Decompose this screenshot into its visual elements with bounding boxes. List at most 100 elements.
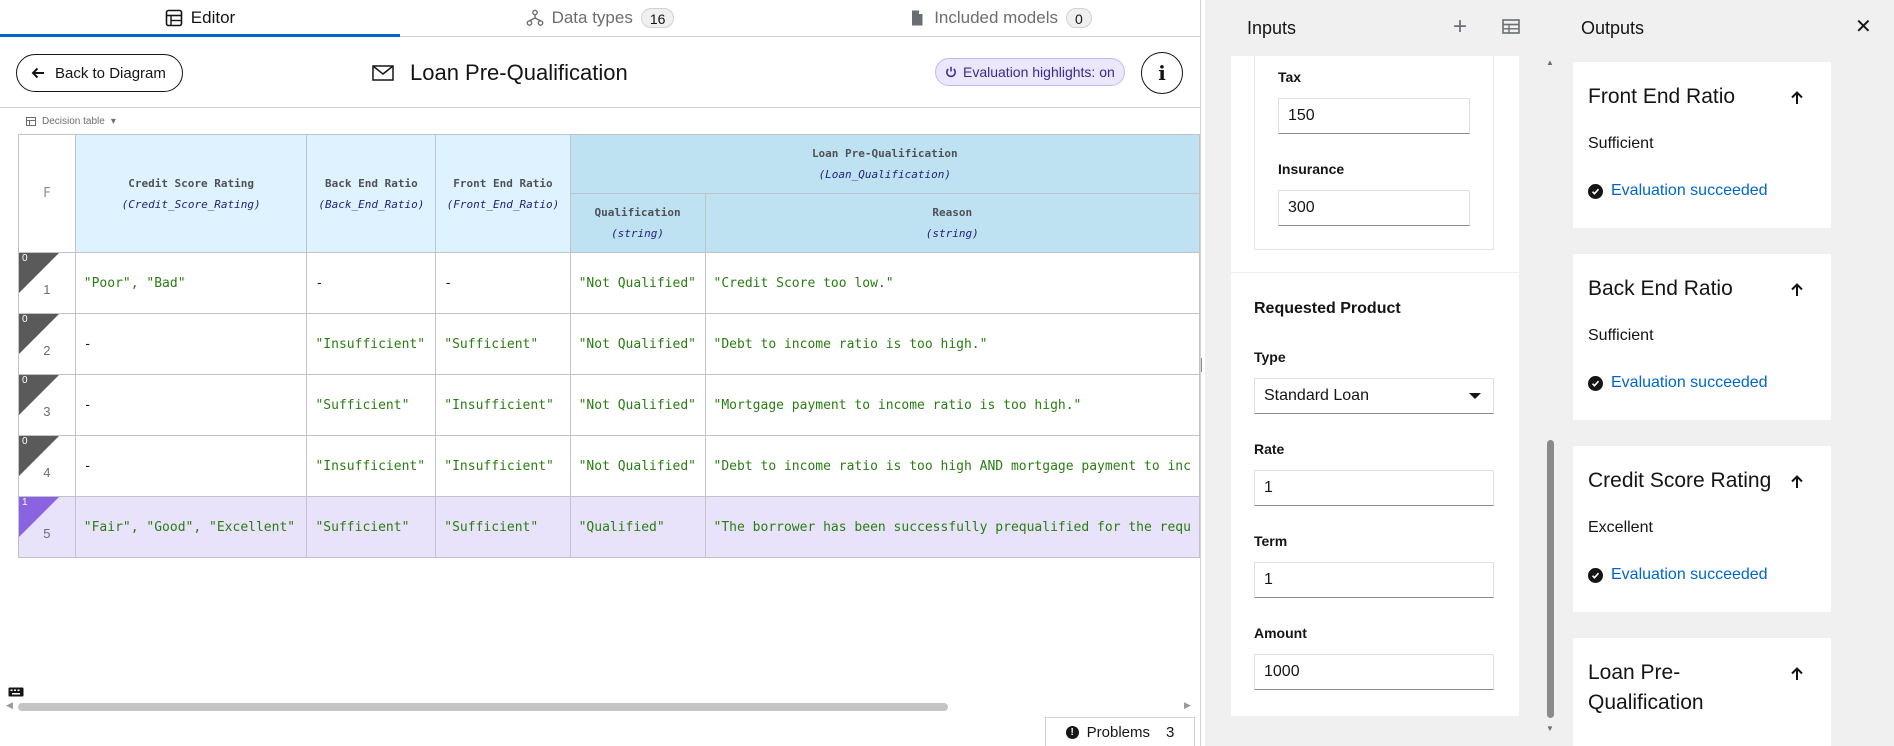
insurance-field[interactable]: 300 [1278,190,1470,226]
table-row-selected: 15 "Fair", "Good", "Excellent" "Sufficie… [18,496,1200,558]
input-header-credit-score-rating[interactable]: Credit Score Rating (Credit_Score_Rating) [74,134,308,253]
row-hit-count: 1 [22,497,28,509]
table-cell[interactable]: "Not Qualified" [569,313,706,375]
requested-product-title: Requested Product [1254,300,1401,317]
nested-struct-card: Tax 150 Insurance 300 [1254,56,1494,250]
add-icon[interactable]: + [1453,13,1467,41]
close-icon[interactable]: ✕ [1855,14,1872,39]
arrow-up-icon[interactable] [1789,474,1805,490]
row-hit-count: 0 [22,375,28,387]
hit-policy-header[interactable]: F [18,134,76,253]
table-cell[interactable]: "Insufficient" [435,435,571,497]
table-icon [165,9,183,27]
inputs-panel-title: Inputs [1247,17,1297,38]
table-cell[interactable]: "Credit Score too low." [704,252,1200,314]
output-card-title: Loan Pre-Qualification [1588,661,1704,714]
title-group: Loan Pre-Qualification [372,60,628,86]
table-cell[interactable]: "Qualified" [569,496,706,558]
table-cell[interactable]: "Insufficient" [306,313,437,375]
tab-data-types-label: Data types [551,8,633,27]
table-cell[interactable]: - [74,313,308,375]
outputs-panel-header: Outputs [1573,0,1894,56]
evaluation-highlights-toggle[interactable]: Evaluation highlights: on [935,58,1125,86]
row-number-cell[interactable]: 02 [18,313,76,375]
output-column-reason[interactable]: Reason (string) [704,193,1200,253]
table-cell[interactable]: - [74,374,308,436]
row-number-cell[interactable]: 15 [18,496,76,558]
output-card-loan-pre-qualification: Loan Pre-Qualification [1573,638,1831,746]
table-cell[interactable]: "The borrower has been successfully preq… [704,496,1200,558]
vertical-scrollbar[interactable] [1547,440,1554,718]
evaluation-status[interactable]: Evaluation succeeded [1588,566,1768,584]
tab-included-models[interactable]: Included models 0 [800,0,1200,36]
table-cell[interactable]: "Not Qualified" [569,252,706,314]
input-header-back-end-ratio[interactable]: Back End Ratio (Back_End_Ratio) [306,134,437,253]
arrow-up-icon[interactable] [1789,282,1805,298]
table-cell[interactable]: "Not Qualified" [569,435,706,497]
row-hit-count: 0 [22,253,28,265]
rate-field[interactable]: 1 [1254,470,1494,506]
table-cell[interactable]: "Sufficient" [435,496,571,558]
tab-editor[interactable]: Editor [0,0,400,37]
row-number: 1 [43,281,51,297]
output-column-type: (string) [925,227,979,240]
evaluation-status[interactable]: Evaluation succeeded [1588,182,1768,200]
output-header-loan-pre-qualification[interactable]: Loan Pre-Qualification (Loan_Qualificatio… [569,134,1200,194]
output-column-name: Reason [932,206,973,219]
table-cell[interactable]: - [74,435,308,497]
table-cell[interactable]: "Insufficient" [435,374,571,436]
scroll-down-arrow[interactable]: ▼ [1546,724,1554,733]
table-view-icon[interactable] [1502,19,1520,34]
row-number-cell[interactable]: 03 [18,374,76,436]
decision-table-label: Decision table [42,116,105,127]
output-column-qualification[interactable]: Qualification (string) [569,193,706,253]
back-to-diagram-button[interactable]: Back to Diagram [16,54,183,92]
caret-down-icon [1469,393,1481,399]
table-cell[interactable]: "Not Qualified" [569,374,706,436]
table-cell[interactable]: "Debt to income ratio is too high." [704,313,1200,375]
row-hit-count: 0 [22,436,28,448]
table-cell[interactable]: "Sufficient" [306,496,437,558]
table-row: 01 "Poor", "Bad" - - "Not Qualified" "Cr… [18,252,1200,314]
arrow-left-icon [31,67,44,79]
evaluation-status[interactable]: Evaluation succeeded [1588,374,1768,392]
scroll-left-arrow[interactable]: ◀ [6,700,13,711]
problems-count: 3 [1166,723,1175,741]
table-cell[interactable]: "Debt to income ratio is too high AND mo… [704,435,1200,497]
scroll-right-arrow[interactable]: ▶ [1184,700,1191,711]
tab-data-types[interactable]: Data types 16 [400,0,800,36]
problems-tab[interactable]: ! Problems 3 [1045,717,1195,746]
table-cell[interactable]: - [435,252,571,314]
arrow-up-icon[interactable] [1789,666,1805,682]
output-column-name: Qualification [594,206,681,219]
table-cell[interactable]: "Mortgage payment to income ratio is too… [704,374,1200,436]
output-header-name: Loan Pre-Qualification [811,147,958,160]
table-cell[interactable]: - [306,252,437,314]
problems-label: Problems [1086,723,1150,741]
info-button[interactable]: i [1141,52,1183,94]
editor-pane: Editor Data types 16 Included models 0 B… [0,0,1200,746]
horizontal-scrollbar[interactable] [18,703,948,711]
table-cell[interactable]: "Sufficient" [306,374,437,436]
exclamation-circle-icon: ! [1065,725,1079,739]
amount-field[interactable]: 1000 [1254,654,1494,690]
app-root: Editor Data types 16 Included models 0 B… [0,0,1894,746]
keyboard-icon[interactable] [8,687,24,697]
table-cell[interactable]: "Poor", "Bad" [74,252,308,314]
decision-table-type-selector[interactable]: Decision table ▾ [26,116,116,127]
row-number-cell[interactable]: 01 [18,252,76,314]
table-cell[interactable]: "Sufficient" [435,313,571,375]
input-header-front-end-ratio[interactable]: Front End Ratio (Front_End_Ratio) [435,134,571,253]
arrow-up-icon[interactable] [1789,90,1805,106]
output-card-title: Credit Score Rating [1588,469,1772,492]
type-select[interactable]: Standard Loan [1254,378,1494,414]
tax-field[interactable]: 150 [1278,98,1470,134]
term-field[interactable]: 1 [1254,562,1494,598]
input-header-name: Back End Ratio [325,176,418,190]
scroll-up-arrow[interactable]: ▲ [1546,58,1554,67]
row-number-cell[interactable]: 04 [18,435,76,497]
table-cell[interactable]: "Fair", "Good", "Excellent" [74,496,308,558]
file-icon [912,10,923,26]
check-circle-icon [1588,183,1603,199]
table-cell[interactable]: "Insufficient" [306,435,437,497]
